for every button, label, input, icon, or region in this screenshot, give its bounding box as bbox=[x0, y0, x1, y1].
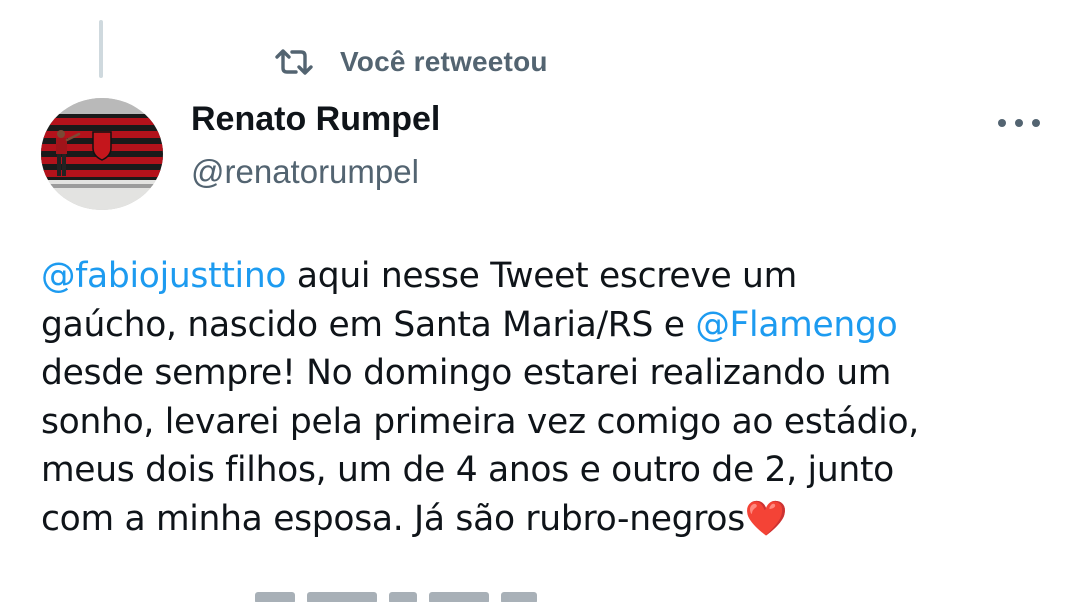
tweet-line: meus dois filhos, um de 4 anos e outro d… bbox=[41, 446, 1071, 495]
tweet-line: com a minha esposa. Já são rubro-negros❤… bbox=[41, 495, 1071, 544]
retweet-label: Você retweetou bbox=[340, 46, 548, 77]
tweet-text-segment: meus dois filhos, um de 4 anos e outro d… bbox=[41, 450, 894, 490]
thread-connector-line bbox=[99, 20, 103, 78]
tweet-line: @fabiojusttino aqui nesse Tweet escreve … bbox=[41, 252, 1071, 301]
tweet-line: gaúcho, nascido em Santa Maria/RS e @Fla… bbox=[41, 301, 1071, 350]
author-name[interactable]: Renato Rumpel bbox=[191, 100, 440, 139]
author-avatar[interactable] bbox=[41, 98, 163, 210]
tweet-text: @fabiojusttino aqui nesse Tweet escreve … bbox=[41, 252, 1071, 543]
heart-emoji-icon: ❤️ bbox=[744, 498, 788, 539]
retweet-icon bbox=[275, 49, 313, 75]
tweet-text-segment: aqui nesse Tweet escreve um bbox=[286, 256, 797, 296]
tweet-text-segment: gaúcho, nascido em Santa Maria/RS e bbox=[41, 304, 696, 345]
mention-link[interactable]: @fabiojusttino bbox=[41, 256, 287, 296]
avatar-photo bbox=[41, 98, 163, 210]
more-options-button[interactable] bbox=[998, 111, 1040, 135]
more-horizontal-icon bbox=[1032, 119, 1040, 127]
tweet-card[interactable]: Você retweetou Renato Rumpel @renatorump… bbox=[0, 0, 1079, 602]
more-horizontal-icon bbox=[998, 119, 1006, 127]
mention-link[interactable]: @Flamengo bbox=[695, 305, 897, 345]
tweet-line: sonho, levarei pela primeira vez comigo … bbox=[41, 398, 1071, 447]
tweet-text-segment: sonho, levarei pela primeira vez comigo … bbox=[41, 401, 919, 442]
retweet-context: Você retweetou bbox=[274, 43, 548, 81]
tweet-line: desde sempre! No domingo estarei realiza… bbox=[41, 349, 1071, 398]
cut-off-next-line bbox=[255, 592, 575, 602]
tweet-text-segment: com a minha esposa. Já são rubro-negros bbox=[41, 498, 745, 539]
tweet-text-segment: desde sempre! No domingo estarei realiza… bbox=[41, 353, 892, 393]
more-horizontal-icon bbox=[1015, 119, 1023, 127]
author-handle[interactable]: @renatorumpel bbox=[191, 153, 419, 191]
